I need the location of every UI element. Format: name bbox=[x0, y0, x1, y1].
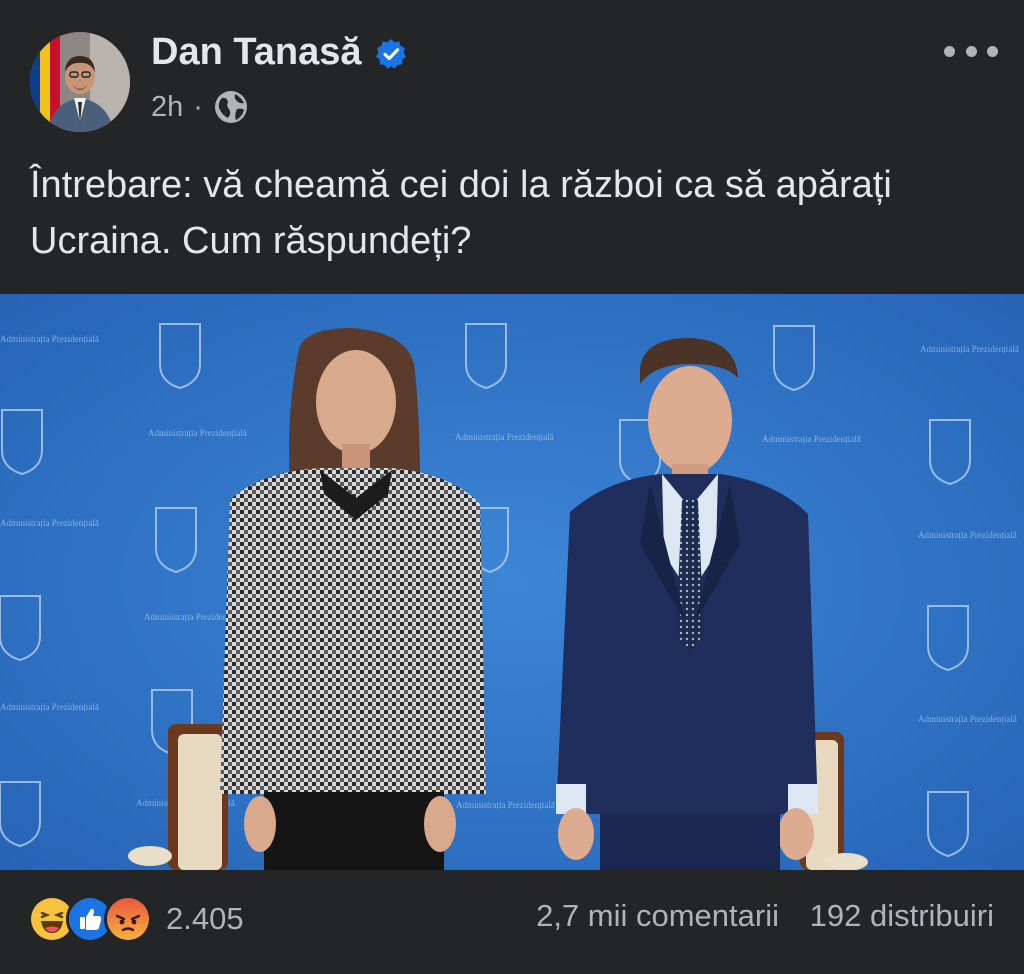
svg-text:Administrația Prezidențială: Administrația Prezidențială bbox=[0, 334, 99, 344]
post-header: Dan Tanasă 2h · bbox=[0, 0, 1024, 150]
shares-count[interactable]: 192 distribuiri bbox=[810, 898, 994, 933]
globe-icon[interactable] bbox=[213, 89, 249, 125]
author-avatar[interactable] bbox=[30, 32, 130, 132]
svg-text:Administrația Prezidențială: Administrația Prezidențială bbox=[148, 428, 247, 438]
avatar-image bbox=[30, 32, 130, 132]
more-dot bbox=[944, 45, 955, 57]
reaction-count: 2.405 bbox=[166, 901, 244, 936]
more-options-icon[interactable] bbox=[944, 36, 998, 66]
svg-text:Administrația Prezidențială: Administrația Prezidențială bbox=[918, 714, 1017, 724]
svg-text:Administrația Prezidențială: Administrația Prezidențială bbox=[918, 530, 1017, 540]
comments-count[interactable]: 2,7 mii comentarii bbox=[536, 898, 779, 933]
reactions-summary[interactable]: 2.405 bbox=[28, 895, 244, 943]
svg-text:Administrația Prezidențială: Administrația Prezidențială bbox=[920, 344, 1019, 354]
svg-text:Administrația Prezidențială: Administrația Prezidențială bbox=[0, 702, 99, 712]
post-time[interactable]: 2h bbox=[151, 91, 183, 124]
post-photo[interactable]: Administrația Prezidențială Administrați… bbox=[0, 294, 1024, 870]
more-dot bbox=[987, 45, 998, 57]
post-text: Întrebare: vă cheamă cei doi la război c… bbox=[30, 164, 892, 262]
meta-separator: · bbox=[193, 90, 203, 123]
svg-text:Administrația Prezidențială: Administrația Prezidențială bbox=[0, 518, 99, 528]
post-meta: 2h · bbox=[151, 89, 249, 125]
svg-text:Administrația Prezidențială: Administrația Prezidențială bbox=[762, 434, 861, 444]
more-dot bbox=[965, 45, 977, 57]
svg-text:Administrația Prezidențială: Administrația Prezidențială bbox=[455, 432, 554, 442]
engagement-stats: 2,7 mii comentarii 192 distribuiri bbox=[536, 898, 994, 934]
author-name[interactable]: Dan Tanasă bbox=[151, 31, 361, 74]
svg-text:Administrația Prezidențială: Administrația Prezidențială bbox=[456, 800, 555, 810]
author-name-row: Dan Tanasă bbox=[151, 31, 407, 74]
angry-reaction-icon bbox=[104, 895, 152, 943]
photo-image: Administrația Prezidențială Administrați… bbox=[0, 294, 1024, 870]
verified-badge-icon bbox=[375, 37, 407, 69]
